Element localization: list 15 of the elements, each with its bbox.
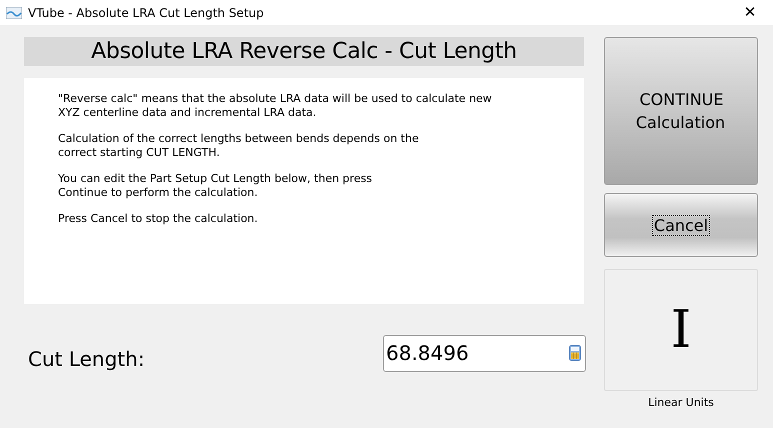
message-paragraph: Calculation of the correct lengths between bends depends on the correct starting CUT LENGTH. — [58, 132, 420, 160]
close-button[interactable]: ✕ — [727, 0, 773, 25]
message-paragraph: Press Cancel to stop the calculation. — [58, 212, 259, 226]
message-paragraph: You can edit the Part Setup Cut Length below, then press Continue to perform the calculation. — [58, 172, 374, 200]
app-icon — [6, 6, 22, 18]
dialog-heading: Absolute LRA Reverse Calc - Cut Length — [24, 37, 584, 66]
continue-button[interactable]: CONTINUE Calculation — [604, 37, 758, 185]
cancel-button[interactable]: Cancel — [604, 193, 758, 257]
message-paragraph: "Reverse calc" means that the absolute LRA data will be used to calculate new XYZ centerline data and incremental LRA data. — [58, 92, 493, 120]
units-symbol: I — [670, 304, 692, 356]
window-title: VTube - Absolute LRA Cut Length Setup — [28, 4, 264, 22]
calculator-icon[interactable] — [569, 344, 581, 360]
cut-length-label: Cut Length: — [28, 346, 145, 373]
cut-length-field[interactable]: 68.8496 — [383, 334, 586, 372]
units-label: Linear Units — [647, 395, 715, 411]
